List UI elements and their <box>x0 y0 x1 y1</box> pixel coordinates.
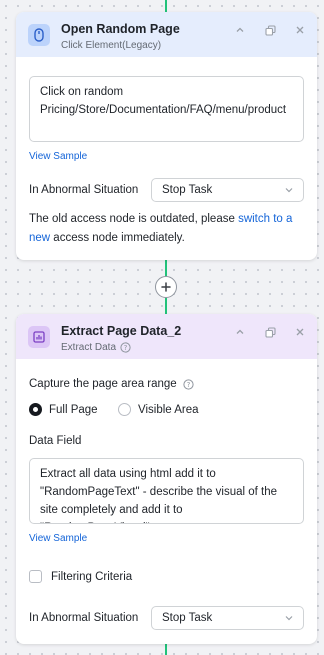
abnormal-situation-value: Stop Task <box>162 184 213 196</box>
help-icon[interactable]: ? <box>183 378 194 390</box>
card-header: Open Random Page Click Element(Legacy) <box>16 12 317 57</box>
view-sample-link[interactable]: View Sample <box>29 151 87 162</box>
open-random-page-card[interactable]: Open Random Page Click Element(Legacy) C… <box>16 12 317 260</box>
card-subtitle-text: Click Element(Legacy) <box>61 40 162 51</box>
data-field-input[interactable]: Extract all data using html add it to "R… <box>29 458 304 524</box>
capture-range-label: Capture the page area range ? <box>29 378 194 390</box>
connector-bottom <box>165 644 167 655</box>
card-tools <box>233 23 307 37</box>
collapse-icon[interactable] <box>233 325 247 339</box>
abnormal-situation-label: In Abnormal Situation <box>29 612 139 624</box>
plus-icon <box>161 282 171 292</box>
chart-icon <box>28 326 50 348</box>
connector-top <box>165 0 167 12</box>
radio-visible-area-label: Visible Area <box>138 403 199 416</box>
card-tools <box>233 325 307 339</box>
view-sample-link[interactable]: View Sample <box>29 533 87 544</box>
data-field-label: Data Field <box>29 435 82 447</box>
card-title: Open Random Page <box>61 22 180 36</box>
radio-full-page-label: Full Page <box>49 403 98 416</box>
abnormal-situation-value: Stop Task <box>162 612 213 624</box>
radio-visible-area[interactable]: Visible Area <box>118 403 199 416</box>
connector-middle-bottom <box>165 298 167 314</box>
extract-page-data-card[interactable]: Extract Page Data_2 Extract Data ? Captu… <box>16 314 317 644</box>
mouse-icon <box>28 24 50 46</box>
outdated-node-notice: The old access node is outdated, please … <box>29 210 309 248</box>
add-step-button[interactable] <box>155 276 177 298</box>
abnormal-situation-select[interactable]: Stop Task <box>151 606 304 630</box>
card-subtitle: Click Element(Legacy) <box>61 40 161 51</box>
radio-visible-area-dot[interactable] <box>118 403 131 416</box>
notice-text-suffix: access node immediately. <box>50 232 185 244</box>
card-subtitle-text: Extract Data <box>61 342 117 353</box>
filtering-criteria-checkbox[interactable]: Filtering Criteria <box>29 570 132 583</box>
chevron-down-icon <box>285 188 293 193</box>
radio-full-page-dot[interactable] <box>29 403 42 416</box>
svg-text:?: ? <box>124 344 128 352</box>
card-subtitle: Extract Data ? <box>61 342 131 353</box>
card-header: Extract Page Data_2 Extract Data ? <box>16 314 317 359</box>
filtering-criteria-label: Filtering Criteria <box>51 570 133 583</box>
copy-icon[interactable] <box>263 325 277 339</box>
action-description-input[interactable]: Click on random Pricing/Store/Documentat… <box>29 76 304 142</box>
card-title: Extract Page Data_2 <box>61 324 182 338</box>
filtering-criteria-box[interactable] <box>29 570 42 583</box>
capture-range-label-text: Capture the page area range <box>29 378 177 390</box>
chevron-down-icon <box>285 616 293 621</box>
notice-text-prefix: The old access node is outdated, please <box>29 213 239 225</box>
help-icon[interactable]: ? <box>120 342 131 353</box>
connector-middle-top <box>165 260 167 276</box>
collapse-icon[interactable] <box>233 23 247 37</box>
radio-full-page[interactable]: Full Page <box>29 403 98 416</box>
svg-text:?: ? <box>186 381 190 389</box>
close-icon[interactable] <box>293 325 307 339</box>
copy-icon[interactable] <box>263 23 277 37</box>
abnormal-situation-select[interactable]: Stop Task <box>151 178 304 202</box>
abnormal-situation-label: In Abnormal Situation <box>29 184 139 196</box>
close-icon[interactable] <box>293 23 307 37</box>
